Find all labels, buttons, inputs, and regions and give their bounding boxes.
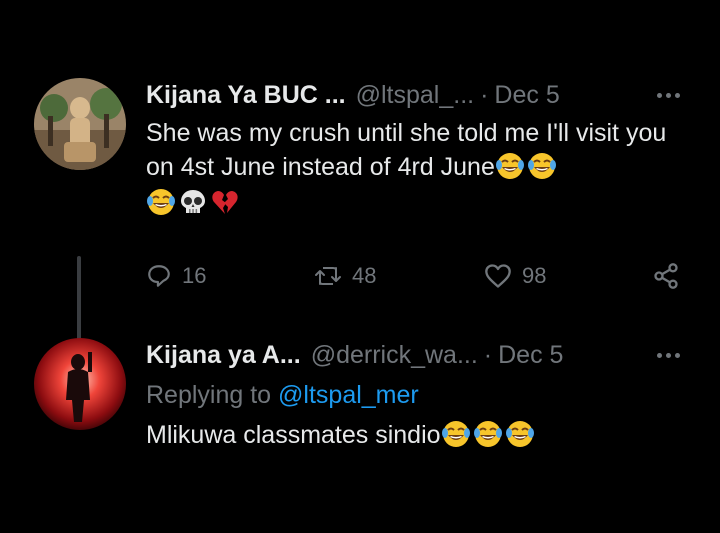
- tweet-text-body: Mlikuwa classmates sindio: [146, 421, 441, 449]
- tears-of-joy-emoji: [146, 187, 176, 217]
- reply-count: 16: [182, 263, 207, 288]
- more-options-icon[interactable]: [657, 78, 680, 112]
- avatar-image: [34, 78, 126, 170]
- retweet-count: 48: [352, 263, 377, 288]
- author-handle[interactable]: @ltspal_...: [356, 78, 474, 112]
- replying-to-label: Replying to: [146, 381, 272, 409]
- tweet-date[interactable]: Dec 5: [498, 338, 563, 372]
- share-icon: [654, 263, 678, 289]
- tweet-header: Kijana ya A... @derrick_wa... · Dec 5: [146, 338, 686, 372]
- tears-of-joy-emoji: [505, 419, 535, 449]
- tweet-text: She was my crush until she told me I'll …: [146, 116, 686, 184]
- tears-of-joy-emoji: [441, 419, 471, 449]
- heart-icon: [485, 264, 511, 288]
- like-count: 98: [522, 263, 547, 288]
- skull-emoji: [178, 187, 208, 217]
- tweet-text: Mlikuwa classmates sindio: [146, 418, 686, 452]
- tweet-actions: 16 48 98: [146, 258, 686, 294]
- separator-dot: ·: [480, 81, 489, 109]
- tears-of-joy-emoji: [473, 419, 503, 449]
- retweet-action[interactable]: 48: [314, 258, 376, 294]
- tweet-content: Kijana Ya BUC ... @ltspal_... · Dec 5 Sh…: [146, 78, 686, 289]
- broken-heart-emoji: [210, 187, 240, 217]
- tweet-header: Kijana Ya BUC ... @ltspal_... · Dec 5: [146, 78, 686, 112]
- tweet-text-body: She was my crush until she told me I'll …: [146, 119, 667, 181]
- author-name[interactable]: Kijana ya A...: [146, 338, 301, 372]
- avatar[interactable]: [34, 78, 126, 170]
- more-options-icon[interactable]: [657, 338, 680, 372]
- tweet-date[interactable]: Dec 5: [494, 78, 559, 112]
- tears-of-joy-emoji: [495, 151, 525, 181]
- tears-of-joy-emoji: [527, 151, 557, 181]
- reply-action[interactable]: 16: [146, 258, 206, 294]
- share-action[interactable]: [652, 258, 680, 294]
- avatar[interactable]: [34, 338, 126, 430]
- tweet-content: Kijana ya A... @derrick_wa... · Dec 5 Re…: [146, 338, 686, 452]
- separator-dot: ·: [483, 341, 493, 369]
- replying-to-mention[interactable]: @ltspal_mer: [278, 381, 419, 409]
- like-action[interactable]: 98: [484, 258, 546, 294]
- replying-to: Replying to @ltspal_mer: [146, 378, 686, 412]
- reply-icon: [148, 265, 170, 287]
- avatar-image: [34, 338, 126, 430]
- tweet-emoji-line: [146, 186, 686, 220]
- author-handle[interactable]: @derrick_wa...: [311, 338, 478, 372]
- retweet-icon: [315, 267, 341, 285]
- author-name[interactable]: Kijana Ya BUC ...: [146, 78, 346, 112]
